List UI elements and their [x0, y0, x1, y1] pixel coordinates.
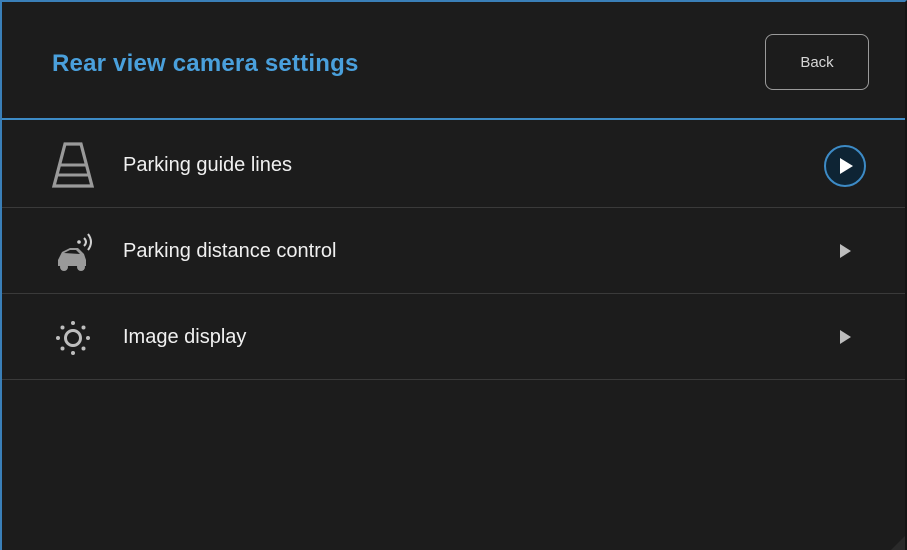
- corner-decoration-icon: [891, 536, 905, 550]
- arrow-circle-button[interactable]: [824, 145, 866, 187]
- play-arrow-icon: [840, 158, 853, 174]
- header: Rear view camera settings Back: [2, 2, 905, 120]
- parking-distance-control-icon: [58, 233, 92, 271]
- menu-item-parking-guide-lines[interactable]: Parking guide lines: [2, 122, 905, 208]
- image-display-brightness-icon: [56, 321, 90, 355]
- menu-item-label: Parking distance control: [123, 240, 337, 262]
- chevron-right-icon[interactable]: [835, 241, 855, 261]
- menu-item-image-display[interactable]: Image display: [2, 294, 905, 380]
- parking-guide-lines-icon: [51, 142, 95, 188]
- menu-item-label: Image display: [123, 326, 247, 348]
- rear-view-camera-settings-screen: Rear view camera settings Back Parking g…: [0, 0, 907, 550]
- menu-item-label: Parking guide lines: [123, 154, 292, 176]
- back-button[interactable]: Back: [765, 34, 869, 90]
- page-title: Rear view camera settings: [52, 50, 359, 77]
- chevron-right-icon[interactable]: [835, 327, 855, 347]
- menu-item-parking-distance-control[interactable]: Parking distance control: [2, 208, 905, 294]
